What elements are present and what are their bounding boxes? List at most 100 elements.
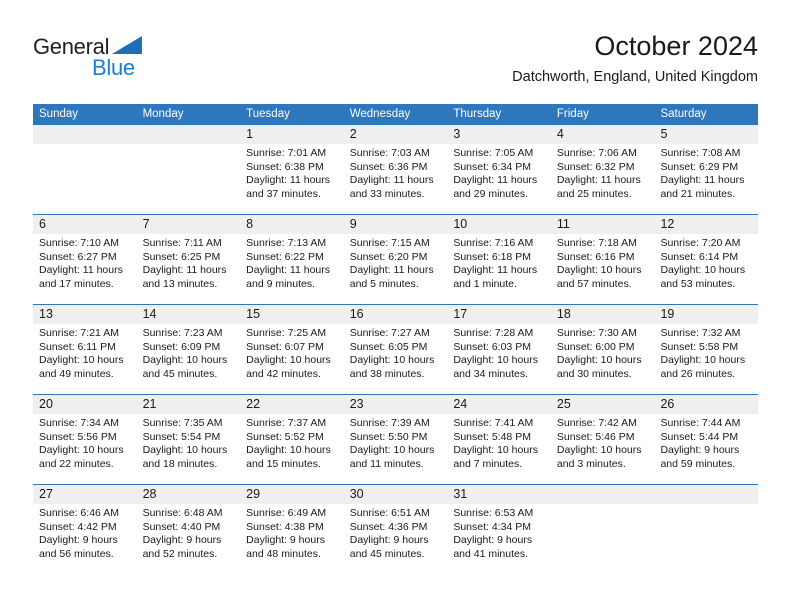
daylight-line: Daylight: 9 hours xyxy=(39,534,118,547)
sunset-line: Sunset: 6:36 PM xyxy=(349,160,428,173)
day-number[interactable]: 20 xyxy=(33,395,137,414)
day-number[interactable]: 12 xyxy=(654,215,758,234)
day-cell[interactable]: Sunrise: 7:39 AM Sunset: 5:50 PM Daylight:… xyxy=(344,414,448,484)
day-cell[interactable]: Sunrise: 7:23 AM Sunset: 6:09 PM Daylight:… xyxy=(137,324,241,394)
day-number[interactable]: 3 xyxy=(447,125,551,144)
day-cell-empty xyxy=(33,144,137,214)
day-cell[interactable]: Sunrise: 7:13 AM Sunset: 6:22 PM Daylight:… xyxy=(240,234,344,304)
day-cell[interactable]: Sunrise: 7:18 AM Sunset: 6:16 PM Daylight:… xyxy=(551,234,655,304)
logo-text-blue: Blue xyxy=(92,55,135,80)
day-cell[interactable]: Sunrise: 7:21 AM Sunset: 6:11 PM Daylight:… xyxy=(33,324,137,394)
day-number[interactable]: 4 xyxy=(551,125,655,144)
day-number[interactable]: 10 xyxy=(447,215,551,234)
day-number[interactable]: 23 xyxy=(344,395,448,414)
day-number[interactable]: 21 xyxy=(137,395,241,414)
day-number[interactable]: 30 xyxy=(344,485,448,504)
day-cell[interactable]: Sunrise: 7:37 AM Sunset: 5:52 PM Daylight:… xyxy=(240,414,344,484)
day-cell[interactable]: Sunrise: 7:41 AM Sunset: 5:48 PM Daylight:… xyxy=(447,414,551,484)
day-cell[interactable]: Sunrise: 7:25 AM Sunset: 6:07 PM Daylight:… xyxy=(240,324,344,394)
sunrise-line: Sunrise: 7:10 AM xyxy=(39,237,119,249)
day-number[interactable]: 24 xyxy=(447,395,551,414)
day-cell[interactable]: Sunrise: 7:35 AM Sunset: 5:54 PM Daylight:… xyxy=(137,414,241,484)
daylight-line: Daylight: 10 hours xyxy=(660,264,746,277)
daylight-line-cont: and 29 minutes. xyxy=(453,187,529,200)
day-cell[interactable]: Sunrise: 7:08 AM Sunset: 6:29 PM Daylight:… xyxy=(654,144,758,214)
day-detail-row: Sunrise: 7:01 AM Sunset: 6:38 PM Daylight:… xyxy=(33,144,758,214)
sunrise-line: Sunrise: 7:20 AM xyxy=(660,237,741,249)
day-number[interactable]: 15 xyxy=(240,305,344,324)
weekday-header-thursday: Thursday xyxy=(453,108,502,120)
day-cell[interactable]: Sunrise: 6:46 AM Sunset: 4:42 PM Daylight:… xyxy=(33,504,137,574)
day-cell[interactable]: Sunrise: 7:30 AM Sunset: 6:00 PM Daylight:… xyxy=(551,324,655,394)
day-cell[interactable]: Sunrise: 7:06 AM Sunset: 6:32 PM Daylight:… xyxy=(551,144,655,214)
day-number-empty xyxy=(654,485,758,504)
day-cell[interactable]: Sunrise: 7:20 AM Sunset: 6:14 PM Daylight:… xyxy=(654,234,758,304)
day-number[interactable]: 5 xyxy=(654,125,758,144)
daylight-line: Daylight: 11 hours xyxy=(39,264,123,277)
daylight-line: Daylight: 10 hours xyxy=(556,264,642,277)
day-cell[interactable]: Sunrise: 7:10 AM Sunset: 6:27 PM Daylight:… xyxy=(33,234,137,304)
sunset-line: Sunset: 6:25 PM xyxy=(142,250,221,263)
daylight-line: Daylight: 10 hours xyxy=(142,354,228,367)
day-cell[interactable]: Sunrise: 6:48 AM Sunset: 4:40 PM Daylight:… xyxy=(137,504,241,574)
day-cell[interactable]: Sunrise: 7:32 AM Sunset: 5:58 PM Daylight:… xyxy=(654,324,758,394)
day-cell[interactable]: Sunrise: 7:27 AM Sunset: 6:05 PM Daylight:… xyxy=(344,324,448,394)
day-cell[interactable]: Sunrise: 7:03 AM Sunset: 6:36 PM Daylight:… xyxy=(344,144,448,214)
daylight-line-cont: and 11 minutes. xyxy=(349,457,424,470)
sunrise-line: Sunrise: 7:23 AM xyxy=(142,327,223,339)
day-number[interactable]: 8 xyxy=(240,215,344,234)
daylight-line: Daylight: 11 hours xyxy=(453,264,538,277)
day-number[interactable]: 16 xyxy=(344,305,448,324)
day-number[interactable]: 14 xyxy=(137,305,241,324)
day-number[interactable]: 1 xyxy=(240,125,344,144)
day-number[interactable]: 26 xyxy=(654,395,758,414)
sunrise-line: Sunrise: 7:01 AM xyxy=(246,147,327,159)
day-cell[interactable]: Sunrise: 7:05 AM Sunset: 6:34 PM Daylight:… xyxy=(447,144,551,214)
day-number[interactable]: 17 xyxy=(447,305,551,324)
day-cell[interactable]: Sunrise: 7:44 AM Sunset: 5:44 PM Daylight:… xyxy=(654,414,758,484)
daylight-line: Daylight: 11 hours xyxy=(453,174,538,187)
sunrise-line: Sunrise: 7:25 AM xyxy=(246,327,327,339)
day-cell[interactable]: Sunrise: 6:49 AM Sunset: 4:38 PM Daylight:… xyxy=(240,504,344,574)
day-number[interactable]: 22 xyxy=(240,395,344,414)
day-number-band: 27 28 29 30 31 xyxy=(33,485,758,504)
day-number-empty xyxy=(551,485,655,504)
day-number[interactable]: 11 xyxy=(551,215,655,234)
day-number[interactable]: 27 xyxy=(33,485,137,504)
day-number[interactable]: 13 xyxy=(33,305,137,324)
day-cell[interactable]: Sunrise: 7:42 AM Sunset: 5:46 PM Daylight:… xyxy=(551,414,655,484)
day-number[interactable]: 25 xyxy=(551,395,655,414)
day-cell[interactable]: Sunrise: 6:53 AM Sunset: 4:34 PM Daylight:… xyxy=(447,504,551,574)
sunset-line: Sunset: 6:29 PM xyxy=(660,160,739,173)
day-number[interactable]: 18 xyxy=(551,305,655,324)
daylight-line-cont: and 56 minutes. xyxy=(39,547,114,560)
day-number[interactable]: 6 xyxy=(33,215,137,234)
day-number[interactable]: 2 xyxy=(344,125,448,144)
daylight-line-cont: and 59 minutes. xyxy=(660,457,736,470)
daylight-line-cont: and 41 minutes. xyxy=(453,547,529,560)
day-number[interactable]: 28 xyxy=(137,485,241,504)
daylight-line-cont: and 42 minutes. xyxy=(246,367,321,380)
day-cell[interactable]: Sunrise: 7:16 AM Sunset: 6:18 PM Daylight:… xyxy=(447,234,551,304)
daylight-line-cont: and 1 minute. xyxy=(453,277,517,290)
daylight-line-cont: and 38 minutes. xyxy=(349,367,425,380)
day-number[interactable]: 31 xyxy=(447,485,551,504)
daylight-line: Daylight: 10 hours xyxy=(142,444,228,457)
day-number[interactable]: 29 xyxy=(240,485,344,504)
day-cell[interactable]: Sunrise: 6:51 AM Sunset: 4:36 PM Daylight:… xyxy=(344,504,448,574)
sunset-line: Sunset: 6:03 PM xyxy=(453,340,531,353)
daylight-line: Daylight: 10 hours xyxy=(453,354,538,367)
sunrise-line: Sunrise: 7:41 AM xyxy=(453,417,534,429)
day-number[interactable]: 19 xyxy=(654,305,758,324)
day-cell[interactable]: Sunrise: 7:28 AM Sunset: 6:03 PM Daylight:… xyxy=(447,324,551,394)
daylight-line-cont: and 21 minutes. xyxy=(660,187,736,200)
sunset-line: Sunset: 6:20 PM xyxy=(349,250,428,263)
day-cell[interactable]: Sunrise: 7:34 AM Sunset: 5:56 PM Daylight:… xyxy=(33,414,137,484)
day-number[interactable]: 9 xyxy=(344,215,448,234)
day-cell[interactable]: Sunrise: 7:15 AM Sunset: 6:20 PM Daylight:… xyxy=(344,234,448,304)
day-cell[interactable]: Sunrise: 7:11 AM Sunset: 6:25 PM Daylight:… xyxy=(137,234,241,304)
day-cell[interactable]: Sunrise: 7:01 AM Sunset: 6:38 PM Daylight:… xyxy=(240,144,344,214)
daylight-line: Daylight: 10 hours xyxy=(39,354,124,367)
daylight-line: Daylight: 9 hours xyxy=(142,534,222,547)
day-number[interactable]: 7 xyxy=(137,215,241,234)
